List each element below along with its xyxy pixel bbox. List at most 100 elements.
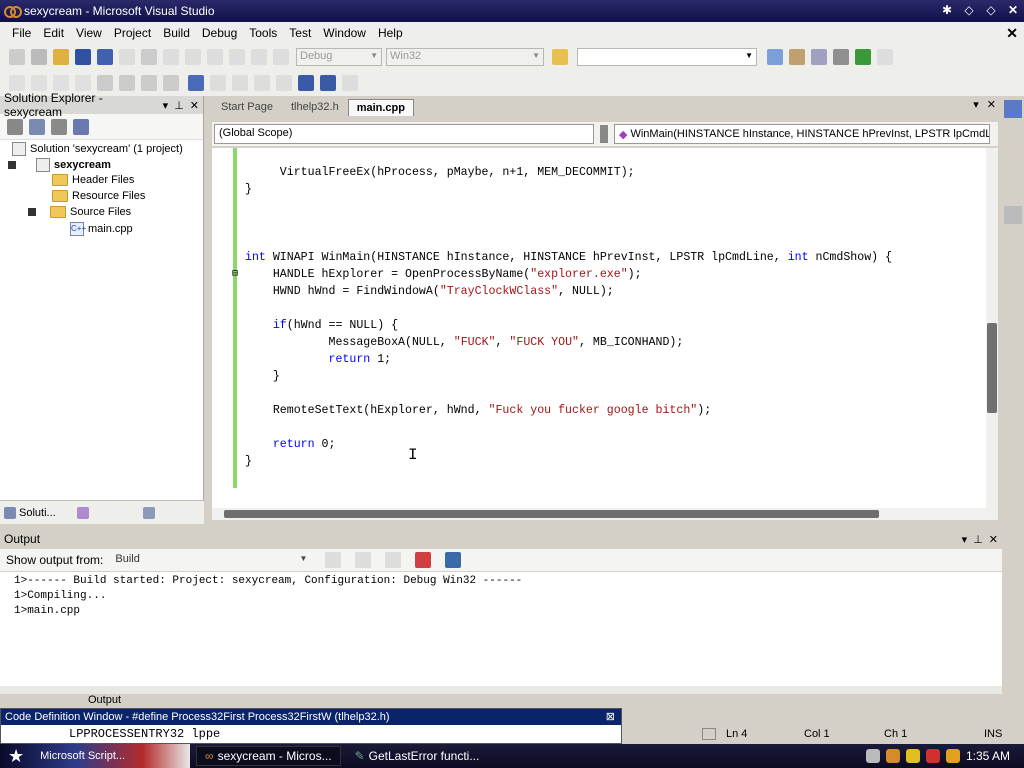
quick-info-icon[interactable] xyxy=(75,75,91,91)
expander-icon[interactable] xyxy=(8,161,16,169)
search-icon[interactable] xyxy=(945,749,960,763)
save-all-icon[interactable] xyxy=(97,49,113,65)
indent-icon[interactable] xyxy=(97,75,113,91)
toolbox-icon[interactable] xyxy=(1004,206,1022,224)
vs-tray-icon[interactable] xyxy=(885,749,900,763)
navigate-forward-icon[interactable] xyxy=(251,49,267,65)
find-message-icon[interactable] xyxy=(325,552,342,568)
parameter-info-icon[interactable] xyxy=(53,75,69,91)
next-bookmark-folder-icon[interactable] xyxy=(276,75,292,91)
solution-node[interactable]: Solution 'sexycream' (1 project) xyxy=(12,142,183,156)
solution-config-select[interactable]: Debug ▼ xyxy=(296,48,382,66)
tools-icon[interactable] xyxy=(833,49,849,65)
close-button[interactable]: ✕ xyxy=(1004,2,1022,18)
tree-item-source-files[interactable]: Source Files xyxy=(28,206,131,218)
menu-test[interactable]: Test xyxy=(283,26,317,40)
menu-build[interactable]: Build xyxy=(157,26,196,40)
document-close-icon[interactable]: ✕ xyxy=(1006,25,1018,42)
maximize-button[interactable]: ◇ xyxy=(982,2,1000,18)
scroll-thumb[interactable] xyxy=(987,323,997,413)
copy-icon[interactable] xyxy=(141,49,157,65)
server-explorer-icon[interactable] xyxy=(1004,100,1022,118)
collapse-icon[interactable]: ⊟ xyxy=(232,268,238,280)
close-document-icon[interactable]: ✕ xyxy=(987,98,996,111)
shield-icon[interactable] xyxy=(905,749,920,763)
menu-debug[interactable]: Debug xyxy=(196,26,243,40)
vertical-scrollbar[interactable] xyxy=(986,148,998,508)
properties-icon[interactable] xyxy=(789,49,805,65)
new-project-icon[interactable] xyxy=(9,49,25,65)
redo-icon[interactable] xyxy=(207,49,223,65)
undo-icon[interactable] xyxy=(185,49,201,65)
solution-explorer-icon[interactable] xyxy=(767,49,783,65)
open-file-icon[interactable] xyxy=(53,49,69,65)
menu-view[interactable]: View xyxy=(70,26,108,40)
menu-help[interactable]: Help xyxy=(372,26,409,40)
tab-main-cpp[interactable]: main.cpp xyxy=(347,99,414,116)
close-icon[interactable]: ⊠ xyxy=(606,709,615,725)
tab-tlhelp32-h[interactable]: tlhelp32.h xyxy=(281,98,348,116)
horizontal-scrollbar[interactable] xyxy=(212,508,998,520)
pin-icon[interactable]: ⊥ xyxy=(174,99,184,112)
word-wrap-icon[interactable] xyxy=(445,552,462,568)
list-members-icon[interactable] xyxy=(31,75,47,91)
menu-file[interactable]: File xyxy=(6,26,37,40)
outline-icon[interactable] xyxy=(9,75,25,91)
start-page-icon[interactable] xyxy=(855,49,871,65)
prev-bookmark-doc-icon[interactable] xyxy=(320,75,336,91)
menu-edit[interactable]: Edit xyxy=(37,26,70,40)
refresh-icon[interactable] xyxy=(51,118,67,135)
outdent-icon[interactable] xyxy=(119,75,135,91)
find-combo[interactable]: ▼ xyxy=(577,48,757,66)
app-star-icon[interactable]: ✱ xyxy=(938,2,956,18)
start-button[interactable]: ★ Microsoft Script... xyxy=(0,744,190,768)
tab-output[interactable]: Output xyxy=(88,694,121,706)
clear-bookmarks-icon[interactable] xyxy=(298,75,314,91)
member-dropdown[interactable]: ◆ WinMain(HINSTANCE hInstance, HINSTANCE… xyxy=(614,124,990,144)
pane-close-icon[interactable]: ✕ xyxy=(989,533,998,546)
tree-item-resource-files[interactable]: Resource Files xyxy=(52,190,145,202)
pane-close-icon[interactable]: ✕ xyxy=(190,99,199,112)
task-getlasterror[interactable]: ✎ GetLastError functi... xyxy=(347,746,488,766)
comment-icon[interactable] xyxy=(141,75,157,91)
navigate-back-icon[interactable] xyxy=(229,49,245,65)
tab-solution-explorer[interactable]: Soluti... xyxy=(0,505,60,521)
prev-message-icon[interactable] xyxy=(355,552,372,568)
toolbox-icon[interactable] xyxy=(811,49,827,65)
menu-tools[interactable]: Tools xyxy=(243,26,283,40)
alert-icon[interactable] xyxy=(925,749,940,763)
menu-window[interactable]: Window xyxy=(317,26,372,40)
tab-property-manager[interactable] xyxy=(136,505,162,521)
add-item-icon[interactable] xyxy=(31,49,47,65)
splitter-handle[interactable] xyxy=(600,125,608,143)
task-visual-studio[interactable]: ∞ sexycream - Micros... xyxy=(196,746,341,766)
uncomment-icon[interactable] xyxy=(163,75,179,91)
scroll-thumb[interactable] xyxy=(224,510,879,518)
keyboard-icon[interactable] xyxy=(865,749,880,763)
clear-all-icon[interactable] xyxy=(415,552,432,568)
tab-start-page[interactable]: Start Page xyxy=(212,98,282,116)
find-in-files-icon[interactable] xyxy=(552,49,568,65)
expander-icon[interactable] xyxy=(28,208,36,216)
bookmark-icon[interactable] xyxy=(188,75,204,91)
window-icon[interactable] xyxy=(877,49,893,65)
minimize-button[interactable]: ◇ xyxy=(960,2,978,18)
pin-icon[interactable]: ⊥ xyxy=(973,533,983,546)
platform-select[interactable]: Win32 ▼ xyxy=(386,48,544,66)
next-message-icon[interactable] xyxy=(385,552,402,568)
start-debug-icon[interactable] xyxy=(273,49,289,65)
output-text[interactable]: 1>------ Build started: Project: sexycre… xyxy=(0,572,1002,686)
tab-class-view[interactable] xyxy=(70,505,96,521)
scope-dropdown[interactable]: (Global Scope) xyxy=(214,124,594,144)
paste-icon[interactable] xyxy=(163,49,179,65)
next-bookmark-icon[interactable] xyxy=(232,75,248,91)
prev-bookmark-icon[interactable] xyxy=(210,75,226,91)
tree-item-main-cpp[interactable]: C++ main.cpp xyxy=(70,222,133,236)
dropdown-arrow-icon[interactable]: ▾ xyxy=(163,99,169,112)
active-files-dropdown-icon[interactable]: ▾ xyxy=(973,98,979,111)
cut-icon[interactable] xyxy=(119,49,135,65)
tree-item-header-files[interactable]: Header Files xyxy=(52,174,134,186)
save-icon[interactable] xyxy=(75,49,91,65)
dropdown-arrow-icon[interactable]: ▾ xyxy=(962,533,968,546)
output-source-select[interactable]: Build ▼ xyxy=(111,551,312,569)
